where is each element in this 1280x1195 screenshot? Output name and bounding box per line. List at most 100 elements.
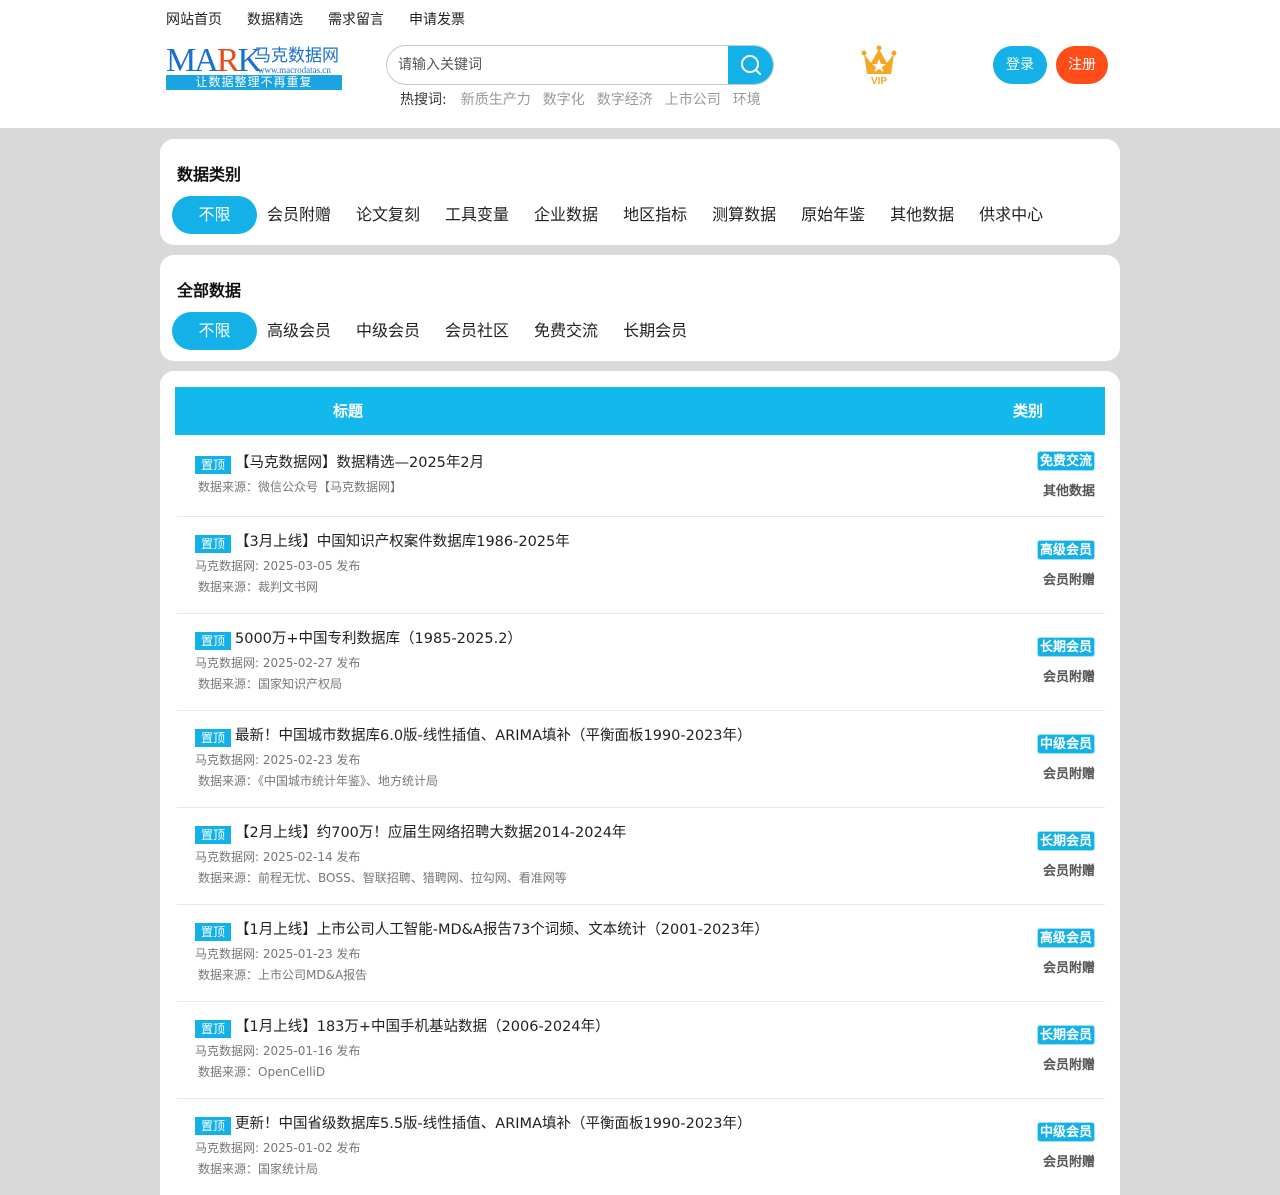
logo-mark: MARK <box>166 42 262 79</box>
membership-filter-options: 不限 高级会员 中级会员 会员社区 免费交流 长期会员 <box>172 312 702 350</box>
site-logo[interactable]: MARK 马克数据网 www.macrodatas.cn 让数据整理不再重复 <box>166 44 342 90</box>
hot-term[interactable]: 环境 <box>733 91 761 109</box>
pinned-badge: 置顶 <box>195 826 231 844</box>
row-category: 会员附赠 <box>1042 573 1095 588</box>
membership-option[interactable]: 中级会员 <box>346 312 430 350</box>
logo-slogan: 让数据整理不再重复 <box>166 75 342 90</box>
category-option[interactable]: 企业数据 <box>524 196 608 234</box>
row-category: 会员附赠 <box>1042 767 1095 782</box>
row-title-link[interactable]: 5000万+中国专利数据库（1985-2025.2） <box>235 629 522 649</box>
table-row[interactable]: 置顶 5000万+中国专利数据库（1985-2025.2） 马克数据网: 202… <box>177 614 1105 711</box>
table-row[interactable]: 置顶 【马克数据网】数据精选—2025年2月 数据来源：微信公众号【马克数据网】… <box>177 435 1105 517</box>
membership-badge: 长期会员 <box>1036 831 1095 851</box>
membership-option[interactable]: 免费交流 <box>524 312 608 350</box>
row-category: 其他数据 <box>1042 484 1095 499</box>
row-meta: 马克数据网: 2025-03-05 发布 <box>195 559 361 573</box>
row-category: 会员附赠 <box>1042 961 1095 976</box>
vip-link[interactable]: VIP <box>860 44 898 87</box>
row-meta: 马克数据网: 2025-02-23 发布 <box>195 753 361 767</box>
site-header: 网站首页 数据精选 需求留言 申请发票 MARK 马克数据网 www.macro… <box>0 0 1280 128</box>
nav-featured-link[interactable]: 数据精选 <box>247 11 303 29</box>
table-row[interactable]: 置顶 最新！中国城市数据库6.0版-线性插值、ARIMA填补（平衡面板1990-… <box>177 711 1105 808</box>
pinned-badge: 置顶 <box>195 923 231 941</box>
row-meta: 马克数据网: 2025-01-02 发布 <box>195 1141 361 1155</box>
row-title-link[interactable]: 【马克数据网】数据精选—2025年2月 <box>235 453 484 473</box>
row-category: 会员附赠 <box>1042 1058 1095 1073</box>
pinned-badge: 置顶 <box>195 1117 231 1135</box>
hot-term[interactable]: 数字经济 <box>597 91 653 109</box>
row-source: 数据来源：国家统计局 <box>198 1162 319 1176</box>
row-source: 数据来源：国家知识产权局 <box>198 677 343 691</box>
membership-badge: 长期会员 <box>1036 637 1095 657</box>
row-source: 数据来源：《中国城市统计年鉴》、地方统计局 <box>198 774 439 788</box>
row-source: 数据来源：前程无忧、BOSS、智联招聘、猎聘网、拉勾网、看准网等 <box>198 871 567 885</box>
row-title-link[interactable]: 最新！中国城市数据库6.0版-线性插值、ARIMA填补（平衡面板1990-202… <box>235 726 752 746</box>
category-option[interactable]: 供求中心 <box>969 196 1053 234</box>
table-row[interactable]: 置顶 【1月上线】上市公司人工智能-MD&A报告73个词频、文本统计（2001-… <box>177 905 1105 1002</box>
row-title-link[interactable]: 更新！中国省级数据库5.5版-线性插值、ARIMA填补（平衡面板1990-202… <box>235 1114 752 1134</box>
row-category: 会员附赠 <box>1042 1155 1095 1170</box>
membership-filter-title: 全部数据 <box>177 281 242 300</box>
membership-badge: 中级会员 <box>1036 734 1095 754</box>
column-header-title: 标题 <box>333 402 364 420</box>
row-title-link[interactable]: 【2月上线】约700万！应届生网络招聘大数据2014-2024年 <box>235 823 626 843</box>
category-filter-title: 数据类别 <box>177 165 242 184</box>
vip-crown-icon: VIP <box>861 45 897 87</box>
category-option[interactable]: 地区指标 <box>613 196 697 234</box>
membership-option-all[interactable]: 不限 <box>172 312 257 350</box>
table-row[interactable]: 置顶 【3月上线】中国知识产权案件数据库1986-2025年 马克数据网: 20… <box>177 517 1105 614</box>
row-meta: 马克数据网: 2025-01-16 发布 <box>195 1044 361 1058</box>
pinned-badge: 置顶 <box>195 535 231 553</box>
category-option-all[interactable]: 不限 <box>172 196 257 234</box>
search-input[interactable] <box>387 46 729 84</box>
row-title-link[interactable]: 【3月上线】中国知识产权案件数据库1986-2025年 <box>235 532 570 552</box>
row-source: 数据来源：上市公司MD&A报告 <box>198 968 368 982</box>
membership-option[interactable]: 会员社区 <box>435 312 519 350</box>
category-option[interactable]: 测算数据 <box>702 196 786 234</box>
membership-badge: 中级会员 <box>1036 1122 1095 1142</box>
pinned-badge: 置顶 <box>195 729 231 747</box>
login-button[interactable]: 登录 <box>993 46 1047 84</box>
search-button[interactable] <box>728 46 773 84</box>
table-row[interactable]: 置顶 【1月上线】183万+中国手机基站数据（2006-2024年） 马克数据网… <box>177 1002 1105 1099</box>
nav-request-link[interactable]: 需求留言 <box>328 11 384 29</box>
hot-search: 热搜词: 新质生产力 数字化 数字经济 上市公司 环境 <box>400 91 773 109</box>
pinned-badge: 置顶 <box>195 632 231 650</box>
row-title-link[interactable]: 【1月上线】183万+中国手机基站数据（2006-2024年） <box>235 1017 610 1037</box>
category-option[interactable]: 原始年鉴 <box>791 196 875 234</box>
vip-label: VIP <box>871 76 887 86</box>
membership-option[interactable]: 长期会员 <box>613 312 697 350</box>
top-nav: 网站首页 数据精选 需求留言 申请发票 <box>166 11 490 29</box>
table-header: 标题 类别 <box>175 387 1105 435</box>
nav-invoice-link[interactable]: 申请发票 <box>409 11 465 29</box>
logo-name: 马克数据网 <box>254 46 339 66</box>
table-row[interactable]: 置顶 【2月上线】约700万！应届生网络招聘大数据2014-2024年 马克数据… <box>177 808 1105 905</box>
membership-badge: 长期会员 <box>1036 1025 1095 1045</box>
search-icon <box>741 55 761 75</box>
nav-home-link[interactable]: 网站首页 <box>166 11 222 29</box>
table-row[interactable]: 置顶 更新！中国省级数据库5.5版-线性插值、ARIMA填补（平衡面板1990-… <box>177 1099 1105 1195</box>
category-option[interactable]: 论文复刻 <box>346 196 430 234</box>
category-option[interactable]: 工具变量 <box>435 196 519 234</box>
row-category: 会员附赠 <box>1042 670 1095 685</box>
category-option[interactable]: 会员附赠 <box>257 196 341 234</box>
hot-term[interactable]: 数字化 <box>543 91 585 109</box>
category-filter-panel: 数据类别 不限 会员附赠 论文复刻 工具变量 企业数据 地区指标 测算数据 原始… <box>160 139 1120 245</box>
membership-badge: 免费交流 <box>1036 451 1095 471</box>
register-button[interactable]: 注册 <box>1056 46 1108 84</box>
row-meta: 马克数据网: 2025-02-14 发布 <box>195 850 361 864</box>
hot-term[interactable]: 新质生产力 <box>461 91 531 109</box>
row-source: 数据来源：裁判文书网 <box>198 580 319 594</box>
membership-option[interactable]: 高级会员 <box>257 312 341 350</box>
row-meta: 马克数据网: 2025-02-27 发布 <box>195 656 361 670</box>
hot-term[interactable]: 上市公司 <box>665 91 721 109</box>
membership-filter-panel: 全部数据 不限 高级会员 中级会员 会员社区 免费交流 长期会员 <box>160 255 1120 361</box>
hot-search-label: 热搜词: <box>400 92 447 108</box>
search-box <box>386 45 774 85</box>
row-title-link[interactable]: 【1月上线】上市公司人工智能-MD&A报告73个词频、文本统计（2001-202… <box>235 920 769 940</box>
row-source: 数据来源：微信公众号【马克数据网】 <box>198 480 403 494</box>
row-meta: 马克数据网: 2025-01-23 发布 <box>195 947 361 961</box>
category-option[interactable]: 其他数据 <box>880 196 964 234</box>
data-list-panel: 标题 类别 置顶 【马克数据网】数据精选—2025年2月 数据来源：微信公众号【… <box>160 371 1120 1195</box>
membership-badge: 高级会员 <box>1036 928 1095 948</box>
